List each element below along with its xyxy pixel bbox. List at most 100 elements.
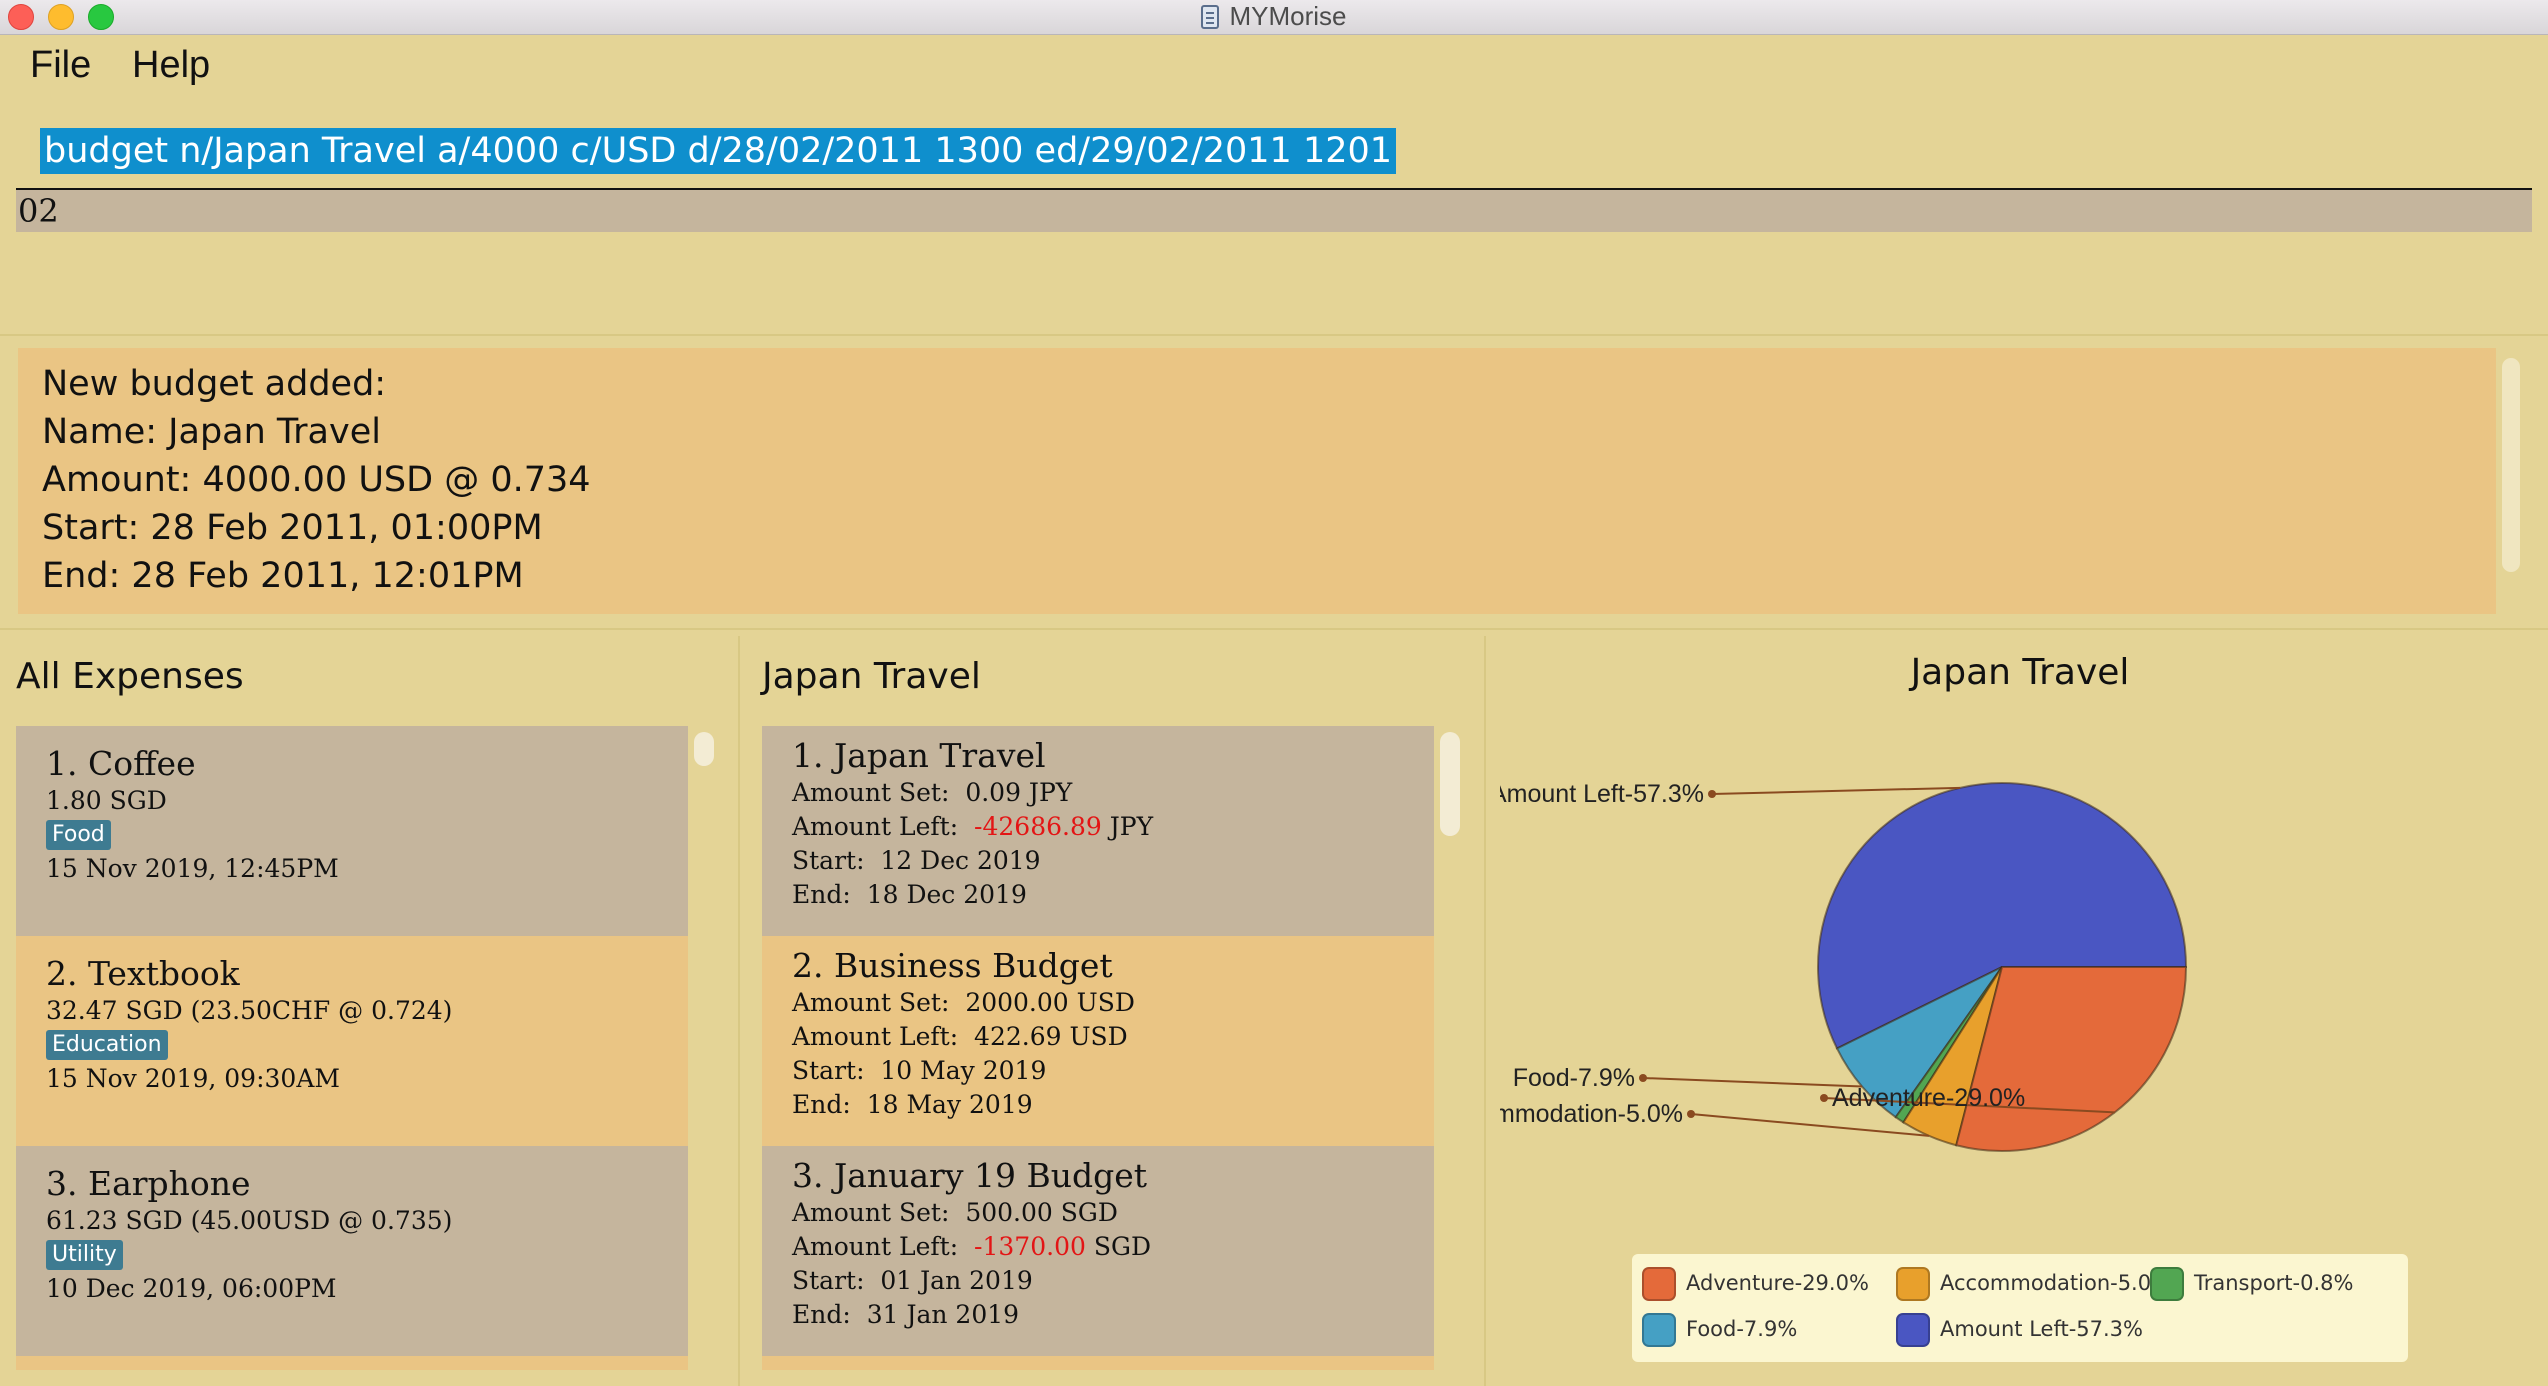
expense-amount: 61.23 SGD (45.00USD @ 0.735) (46, 1206, 453, 1235)
budget-amount-set-value: 500.00 SGD (965, 1198, 1118, 1227)
budget-amount-left-value: 422.69 (974, 1022, 1062, 1051)
window-title-text: MYMorise (1229, 1, 1347, 31)
expense-card-partial[interactable] (16, 1356, 688, 1370)
chart-legend: Adventure-29.0% Accommodation-5.0% Trans… (1632, 1254, 2408, 1362)
callout-label: Food-7.9% (1513, 1064, 1635, 1092)
legend-item: Amount Left-57.3% (1896, 1312, 2143, 1347)
legend-item: Accommodation-5.0% (1896, 1266, 2171, 1301)
result-line: End: 28 Feb 2011, 12:01PM (42, 556, 524, 596)
result-display: New budget added: Name: Japan Travel Amo… (18, 348, 2496, 614)
divider (738, 636, 740, 1386)
budget-amount-left: Amount Left: -42686.89 JPY (792, 810, 1404, 844)
legend-label: Adventure-29.0% (1686, 1271, 1869, 1295)
budget-start: Start: 10 May 2019 (792, 1054, 1404, 1088)
window-title: MYMorise (0, 0, 2548, 34)
budget-title: 2. Business Budget (792, 946, 1113, 985)
budget-end: End: 18 Dec 2019 (792, 878, 1404, 912)
result-line: New budget added: (42, 364, 387, 404)
budget-amount-left: Amount Left: 422.69 USD (792, 1020, 1404, 1054)
callout-label: Accommodation-5.0% (1500, 1100, 1683, 1128)
legend-swatch (1642, 1267, 1676, 1301)
budget-amount-set-value: 2000.00 USD (965, 988, 1135, 1017)
budget-start-label: Start: (792, 846, 865, 875)
legend-swatch (1896, 1267, 1930, 1301)
budget-start-label: Start: (792, 1056, 865, 1085)
callout-label: Adventure-29.0% (1832, 1084, 2025, 1112)
expense-card[interactable]: 3. Earphone 61.23 SGD (45.00USD @ 0.735)… (16, 1146, 688, 1356)
menu-bar: File Help (0, 34, 2548, 104)
budget-amount-left: Amount Left: -1370.00 SGD (792, 1230, 1404, 1264)
budget-amount-set: Amount Set: 500.00 SGD (792, 1196, 1404, 1230)
budget-amount-left-value: -42686.89 (974, 812, 1102, 841)
callout-leader (1642, 1077, 1863, 1088)
window-titlebar: MYMorise (0, 0, 2548, 35)
expense-title: 3. Earphone (46, 1164, 251, 1203)
result-scrollbar[interactable] (2502, 358, 2520, 572)
budget-start: Start: 01 Jan 2019 (792, 1264, 1404, 1298)
legend-item: Adventure-29.0% (1642, 1266, 1869, 1301)
expense-tag: Utility (46, 1240, 123, 1270)
legend-label: Amount Left-57.3% (1940, 1317, 2143, 1341)
expense-title: 1. Coffee (46, 744, 196, 783)
budget-title: 1. Japan Travel (792, 736, 1046, 775)
budget-start-value: 01 Jan 2019 (880, 1266, 1033, 1295)
expense-title: 2. Textbook (46, 954, 240, 993)
budget-card[interactable]: 1. Japan Travel Amount Set: 0.09 JPY Amo… (762, 726, 1434, 936)
budget-amount-left-label: Amount Left: (792, 812, 959, 841)
budget-amount-set-label: Amount Set: (792, 988, 950, 1017)
callout-label: Amount Left-57.3% (1500, 780, 1704, 808)
budget-amount-left-currency: SGD (1093, 1232, 1151, 1261)
legend-swatch (2150, 1267, 2184, 1301)
budget-scrollbar[interactable] (1440, 732, 1460, 836)
callout-dot (1820, 1094, 1828, 1102)
callout-dot (1708, 790, 1716, 798)
command-text-wrap[interactable]: 02 (16, 190, 2532, 232)
budget-end-label: End: (792, 880, 851, 909)
expenses-panel-title: All Expenses (16, 656, 244, 697)
divider (1484, 636, 1486, 1386)
expense-date: 15 Nov 2019, 12:45PM (46, 854, 339, 883)
budget-end: End: 31 Jan 2019 (792, 1298, 1404, 1332)
budget-end: End: 18 May 2019 (792, 1088, 1404, 1122)
expense-card[interactable]: 1. Coffee 1.80 SGD Food 15 Nov 2019, 12:… (16, 726, 688, 936)
expenses-scrollbar[interactable] (694, 732, 714, 766)
result-line: Amount: 4000.00 USD @ 0.734 (42, 460, 591, 500)
callout-dot (1687, 1110, 1695, 1118)
command-text-selected[interactable]: budget n/Japan Travel a/4000 c/USD d/28/… (40, 128, 1397, 174)
menu-help[interactable]: Help (132, 44, 210, 87)
budget-amount-set-label: Amount Set: (792, 1198, 950, 1227)
budget-end-value: 18 Dec 2019 (866, 880, 1027, 909)
callout-dot (1639, 1074, 1647, 1082)
expense-tag: Food (46, 820, 111, 850)
expense-card[interactable]: 2. Textbook 32.47 SGD (23.50CHF @ 0.724)… (16, 936, 688, 1146)
budget-panel-title: Japan Travel (762, 656, 981, 697)
budget-end-label: End: (792, 1090, 851, 1119)
expense-date: 10 Dec 2019, 06:00PM (46, 1274, 337, 1303)
budget-start: Start: 12 Dec 2019 (792, 844, 1404, 878)
expense-amount: 32.47 SGD (23.50CHF @ 0.724) (46, 996, 453, 1025)
budget-amount-left-label: Amount Left: (792, 1232, 959, 1261)
budget-amount-left-currency: USD (1069, 1022, 1128, 1051)
expense-tag: Education (46, 1030, 168, 1060)
legend-swatch (1642, 1313, 1676, 1347)
budget-card[interactable]: 3. January 19 Budget Amount Set: 500.00 … (762, 1146, 1434, 1356)
budget-start-value: 10 May 2019 (880, 1056, 1047, 1085)
budget-end-value: 18 May 2019 (866, 1090, 1033, 1119)
divider (0, 628, 2548, 630)
result-line: Start: 28 Feb 2011, 01:00PM (42, 508, 543, 548)
chart-title: Japan Travel (1910, 652, 2130, 693)
budget-title: 3. January 19 Budget (792, 1156, 1147, 1195)
budget-card-partial[interactable] (762, 1356, 1434, 1370)
budget-start-label: Start: (792, 1266, 865, 1295)
callout-leader (1690, 1113, 1930, 1137)
menu-file[interactable]: File (30, 44, 91, 87)
budget-amount-left-currency: JPY (1109, 812, 1154, 841)
app-icon (1201, 5, 1220, 29)
expense-date: 15 Nov 2019, 09:30AM (46, 1064, 340, 1093)
budget-amount-set-label: Amount Set: (792, 778, 950, 807)
command-box[interactable]: budget n/Japan Travel a/4000 c/USD d/28/… (16, 118, 2532, 234)
budget-start-value: 12 Dec 2019 (880, 846, 1041, 875)
budget-card[interactable]: 2. Business Budget Amount Set: 2000.00 U… (762, 936, 1434, 1146)
callout-leader (1711, 786, 1961, 795)
divider (0, 334, 2548, 336)
